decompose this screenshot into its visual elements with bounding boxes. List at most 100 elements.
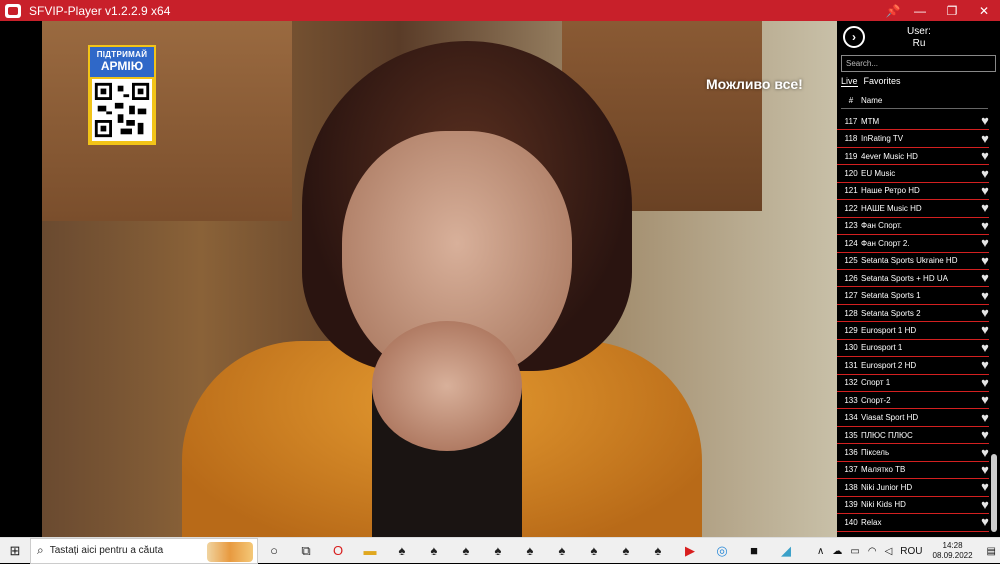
- battery-icon[interactable]: ▭: [850, 546, 859, 557]
- app-icon[interactable]: ◢: [770, 538, 802, 564]
- spy-icon-6[interactable]: ♠: [546, 538, 578, 564]
- spy-icon-3[interactable]: ♠: [450, 538, 482, 564]
- channel-row[interactable]: 137 Малятко ТВ ♥: [837, 462, 995, 480]
- user-label: User:: [907, 26, 931, 37]
- channel-number: 124: [844, 238, 858, 248]
- channel-number: 137: [844, 465, 858, 475]
- video-player[interactable]: [42, 21, 837, 537]
- channel-number: 135: [844, 430, 858, 440]
- spy-icon-2[interactable]: ♠: [418, 538, 450, 564]
- spy-icon-5[interactable]: ♠: [514, 538, 546, 564]
- channel-name: Niki Kids HD: [861, 500, 906, 510]
- channel-number: 119: [844, 151, 858, 161]
- folder-icon[interactable]: ▬: [354, 538, 386, 564]
- system-tray: ∧ ☁ ▭ ◠ ◁ ROU 14:28 08.09.2022 ▤: [813, 538, 1000, 564]
- channel-row[interactable]: 124 Фан Спорт 2. ♥: [837, 235, 995, 253]
- notification-icon[interactable]: ▤: [987, 546, 996, 557]
- terminal-icon[interactable]: ■: [738, 538, 770, 564]
- spy-icon-9[interactable]: ♠: [642, 538, 674, 564]
- search-input[interactable]: [841, 55, 996, 72]
- channel-number: 138: [844, 482, 858, 492]
- channel-row[interactable]: 126 Setanta Sports + HD UA ♥: [837, 270, 995, 288]
- channel-row[interactable]: 136 Піксель ♥: [837, 444, 995, 462]
- tray-chevron-icon[interactable]: ∧: [817, 546, 824, 557]
- channel-row[interactable]: 125 Setanta Sports Ukraine HD ♥: [837, 253, 995, 270]
- tab-live[interactable]: Live: [841, 76, 858, 87]
- sfvip-icon[interactable]: ◎: [706, 538, 738, 564]
- channel-number: 123: [844, 221, 858, 231]
- channel-row[interactable]: 121 Наше Ретро HD ♥: [837, 183, 995, 201]
- cloud-icon[interactable]: ☁: [832, 546, 842, 557]
- channel-number: 125: [844, 256, 858, 266]
- channel-row[interactable]: 120 EU Music ♥: [837, 165, 995, 183]
- volume-icon[interactable]: ◁: [885, 546, 893, 557]
- clock-time: 14:28: [942, 541, 963, 550]
- channel-row[interactable]: 134 Viasat Sport HD ♥: [837, 409, 995, 427]
- channel-name: Eurosport 2 HD: [861, 360, 917, 370]
- channel-row[interactable]: 127 Setanta Sports 1 ♥: [837, 287, 995, 305]
- window-icon[interactable]: ⧉: [290, 538, 322, 564]
- player-icon[interactable]: ▶: [674, 538, 706, 564]
- next-arrow-icon[interactable]: ›: [843, 26, 865, 48]
- channel-row[interactable]: 129 Eurosport 1 HD ♥: [837, 322, 995, 340]
- channel-number: 132: [844, 378, 858, 388]
- spy-icon-7[interactable]: ♠: [578, 538, 610, 564]
- channel-row[interactable]: 119 4ever Music HD ♥: [837, 148, 995, 166]
- pin-icon[interactable]: 📌: [882, 0, 904, 21]
- minimize-button[interactable]: —: [904, 0, 936, 21]
- channel-list-scrollbar[interactable]: [989, 109, 1000, 537]
- channel-row[interactable]: 132 Спорт 1 ♥: [837, 375, 995, 392]
- channel-row[interactable]: 140 Relax ♥: [837, 514, 995, 532]
- channel-name: Спорт-2: [861, 395, 891, 405]
- video-figure-hand: [372, 321, 522, 451]
- channel-name: Eurosport 1: [861, 343, 903, 353]
- qr-code-icon: [92, 79, 152, 141]
- channel-row[interactable]: 118 InRating TV ♥: [837, 130, 995, 148]
- network-icon[interactable]: ◠: [868, 546, 877, 557]
- language-indicator[interactable]: ROU: [900, 546, 922, 557]
- channel-row[interactable]: 130 Eurosport 1 ♥: [837, 340, 995, 358]
- channel-row[interactable]: 133 Спорт-2 ♥: [837, 392, 995, 410]
- taskbar-search-box[interactable]: ⌕ Tastați aici pentru a căuta: [30, 537, 258, 564]
- channel-row[interactable]: 138 Niki Junior HD ♥: [837, 479, 995, 497]
- channel-name: Піксель: [861, 448, 890, 458]
- channel-row[interactable]: 131 Eurosport 2 HD ♥: [837, 357, 995, 375]
- channel-number: 127: [844, 291, 858, 301]
- channel-name: Niki Junior HD: [861, 482, 913, 492]
- opera-icon[interactable]: O: [322, 538, 354, 564]
- clock[interactable]: 14:28 08.09.2022: [933, 541, 973, 561]
- channel-number: 129: [844, 325, 858, 335]
- spy-icon-8[interactable]: ♠: [610, 538, 642, 564]
- channel-row[interactable]: 135 ПЛЮС ПЛЮС ♥: [837, 427, 995, 445]
- close-button[interactable]: ✕: [968, 0, 1000, 21]
- channel-name: Фан Спорт.: [861, 221, 903, 231]
- channel-row[interactable]: 117 MTM ♥: [837, 113, 995, 131]
- scrollbar-thumb[interactable]: [991, 454, 997, 532]
- channel-name: InRating TV: [861, 134, 904, 144]
- channel-row[interactable]: 122 НАШЕ Music HD ♥: [837, 200, 995, 218]
- tab-favorites[interactable]: Favorites: [864, 76, 901, 87]
- maximize-button[interactable]: ❐: [936, 0, 968, 21]
- spy-icon-1[interactable]: ♠: [386, 538, 418, 564]
- spy-icon-4[interactable]: ♠: [482, 538, 514, 564]
- channel-name: Setanta Sports Ukraine HD: [861, 256, 958, 266]
- channel-overlay-text: Можливо все!: [706, 76, 803, 92]
- channel-row[interactable]: 123 Фан Спорт. ♥: [837, 218, 995, 236]
- task-view-icon[interactable]: ○: [258, 538, 290, 564]
- banner-line2: АРМІЮ: [100, 59, 144, 73]
- column-num-header[interactable]: #: [841, 96, 861, 105]
- list-header: # Name: [841, 93, 988, 109]
- channel-row[interactable]: 128 Setanta Sports 2 ♥: [837, 305, 995, 323]
- channel-number: 128: [844, 308, 858, 318]
- channel-name: Наше Ретро HD: [861, 186, 920, 196]
- channel-number: 139: [844, 500, 858, 510]
- channel-row[interactable]: 139 Niki Kids HD ♥: [837, 497, 995, 515]
- support-army-banner: ПІДТРИМАЙ АРМІЮ: [88, 45, 156, 145]
- title-bar: SFVIP-Player v1.2.2.9 x64 📌 — ❐ ✕: [0, 0, 1000, 21]
- column-name-header[interactable]: Name: [861, 96, 882, 105]
- channel-name: Setanta Sports 1: [861, 291, 921, 301]
- channel-name: Фан Спорт 2.: [861, 238, 910, 248]
- start-button[interactable]: ⊞: [0, 538, 30, 564]
- channel-name: Малятко ТВ: [861, 465, 906, 475]
- channel-number: 120: [844, 169, 858, 179]
